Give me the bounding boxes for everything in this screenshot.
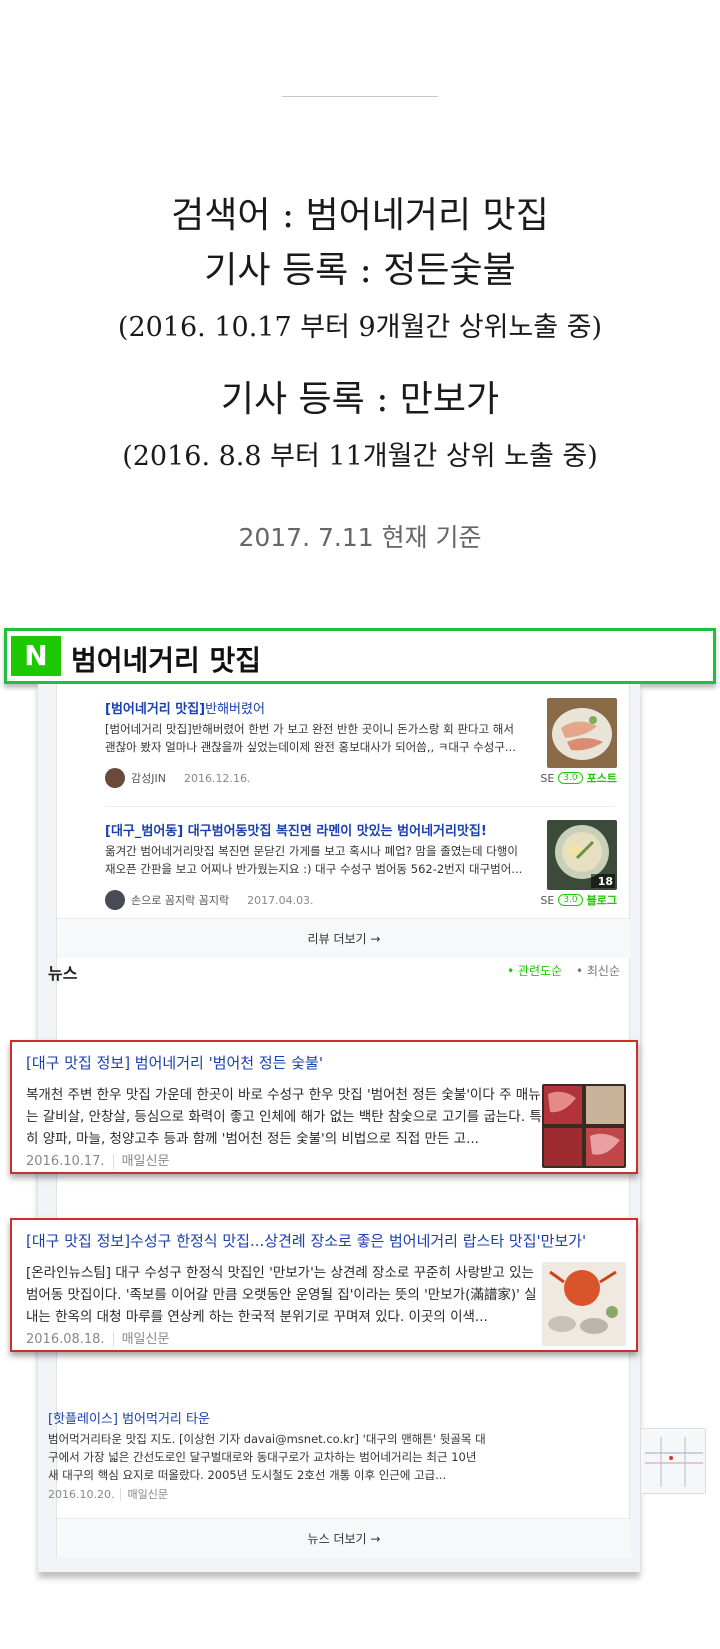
intro-article-1: 기사 등록 : 정든숯불: [204, 250, 516, 291]
search-query[interactable]: 범어네거리 맛집: [71, 639, 261, 679]
news-thumbnail[interactable]: [542, 1084, 626, 1168]
intro-article-1-period: (2016. 10.17 부터 9개월간 상위노출 중): [117, 312, 603, 343]
news-meta: 2016.08.18. 매일신문: [26, 1328, 170, 1347]
photo-count: 18: [597, 875, 613, 888]
review-title[interactable]: [대구_범어동] 대구범어동맛집 복진면 라멘이 맛있는 범어네거리맛집!: [105, 820, 487, 839]
review-title-bold: [대구_범어동] 대구범어동맛집 복진면 라멘이 맛있는 범어네거리맛집!: [105, 824, 487, 839]
news-desc: 범어먹거리타운 맛집 지도. [이상헌 기자 davai@msnet.co.kr…: [48, 1432, 486, 1482]
author-name: 감성JIN: [131, 772, 166, 785]
news-date: 2016.10.17.: [26, 1154, 105, 1169]
naver-logo-icon[interactable]: N: [11, 636, 61, 676]
review-title-bold: [범어네거리 맛집]: [105, 702, 206, 717]
beef-image-icon: [542, 1084, 626, 1168]
news-source[interactable]: 매일신문: [112, 1154, 170, 1169]
news-more-button[interactable]: 뉴스 더보기 →: [57, 1518, 631, 1558]
news-heading: 뉴스: [48, 964, 78, 983]
review-title[interactable]: [범어네거리 맛집]반해버렸어: [105, 698, 265, 717]
news-item-highlighted[interactable]: [대구 맛집 정보]수성구 한정식 맛집...상견례 장소로 좋은 범어네거리 …: [10, 1218, 638, 1352]
se-label: SE: [540, 771, 555, 785]
review-thumbnail[interactable]: [547, 698, 617, 768]
news-item-highlighted[interactable]: [대구 맛집 정보] 범어네거리 '범어천 정든 숯불' 복개천 주변 한우 맛…: [10, 1040, 638, 1174]
review-title-rest: 반해버렸어: [205, 702, 265, 717]
se-version: 3.0: [558, 772, 583, 784]
news-title[interactable]: [핫플레이스] 범어먹거리 타운: [48, 1408, 210, 1427]
source-type: 포스트: [586, 772, 617, 785]
top-divider: [282, 96, 438, 97]
post-date: 2017.04.03.: [247, 893, 314, 907]
news-meta: 2016.10.17. 매일신문: [26, 1150, 170, 1169]
divider: [105, 806, 615, 807]
se-label: SE: [540, 893, 555, 907]
review-author[interactable]: 손으로 꼼지락 꼼지락 2017.04.03.: [105, 890, 314, 910]
news-meta: 2016.10.20. 매일신문: [48, 1486, 168, 1502]
review-more-button[interactable]: 리뷰 더보기 →: [57, 918, 631, 958]
news-thumbnail[interactable]: [640, 1428, 706, 1494]
news-desc: 복개천 주변 한우 맛집 가운데 한곳이 바로 수성구 한우 맛집 '범어천 정…: [26, 1087, 542, 1147]
news-title[interactable]: [대구 맛집 정보] 범어네거리 '범어천 정든 숯불': [26, 1052, 323, 1073]
source-badge: SE 3.0 블로그: [540, 892, 617, 908]
review-author[interactable]: 감성JIN 2016.12.16.: [105, 768, 250, 788]
news-source[interactable]: 매일신문: [120, 1488, 168, 1501]
sort-latest[interactable]: • 최신순: [576, 964, 620, 978]
source-badge: SE 3.0 포스트: [540, 770, 617, 786]
news-thumbnail[interactable]: [542, 1262, 626, 1346]
review-desc: [범어네거리 맛집]반해버렸어 한번 가 보고 완전 반한 곳이니 돈가스랑 회…: [105, 722, 516, 754]
sort-relevance[interactable]: • 관련도순: [507, 964, 562, 978]
source-type: 블로그: [586, 894, 617, 907]
as-of-date: 2017. 7.11 현재 기준: [238, 523, 482, 552]
news-date: 2016.10.20.: [48, 1488, 115, 1501]
post-date: 2016.12.16.: [183, 771, 251, 785]
author-name: 손으로 꼼지락 꼼지락: [131, 894, 230, 907]
lobster-dish-image-icon: [542, 1262, 626, 1346]
map-image-icon: [641, 1429, 705, 1493]
review-desc: 옮겨간 범어네거리맛집 복진면 문닫긴 가게를 보고 혹시나 폐업? 맘을 졸였…: [105, 844, 523, 876]
avatar: [105, 890, 125, 910]
intro-article-2: 기사 등록 : 만보가: [220, 379, 500, 420]
se-version: 3.0: [558, 894, 583, 906]
news-date: 2016.08.18.: [26, 1332, 105, 1347]
avatar: [105, 768, 125, 788]
news-desc: [온라인뉴스팀] 대구 수성구 한정식 맛집인 '만보가'는 상견례 장소로 꾸…: [26, 1265, 537, 1325]
news-sort: • 관련도순 • 최신순: [507, 962, 620, 979]
sashimi-image-icon: [547, 698, 617, 768]
review-thumbnail[interactable]: 18: [547, 820, 617, 890]
news-title[interactable]: [대구 맛집 정보]수성구 한정식 맛집...상견례 장소로 좋은 범어네거리 …: [26, 1230, 586, 1251]
intro-keyword: 검색어 : 범어네거리 맛집: [171, 195, 549, 236]
naver-search-bar[interactable]: N 범어네거리 맛집: [4, 628, 716, 684]
news-source[interactable]: 매일신문: [112, 1332, 170, 1347]
intro-article-2-period: (2016. 8.8 부터 11개월간 상위 노출 중): [122, 441, 598, 472]
